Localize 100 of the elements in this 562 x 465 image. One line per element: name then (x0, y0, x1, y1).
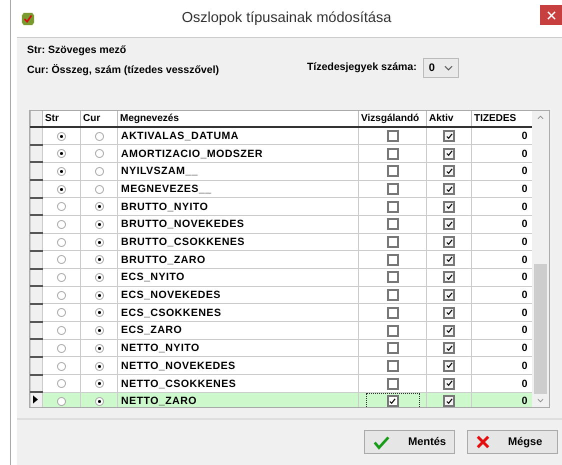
column-header[interactable]: Str (42, 111, 80, 127)
vertical-scrollbar[interactable] (532, 111, 549, 407)
aktiv-checkbox[interactable] (443, 378, 455, 390)
checkmark-icon (446, 362, 452, 370)
checkmark-icon (446, 132, 452, 140)
cur-radio[interactable] (94, 220, 104, 230)
aktiv-checkbox[interactable] (443, 200, 455, 213)
cur-radio[interactable] (94, 326, 104, 336)
cur-radio[interactable] (94, 396, 104, 406)
str-radio[interactable] (57, 238, 66, 247)
save-button[interactable]: Mentés (364, 430, 455, 454)
checkmark-icon (446, 220, 452, 228)
cur-radio[interactable] (94, 202, 104, 212)
vizsgalando-checkbox[interactable] (386, 360, 398, 372)
str-radio[interactable] (57, 184, 66, 194)
vizsgalando-checkbox[interactable] (386, 395, 398, 407)
column-header[interactable]: Megnevezés (118, 111, 358, 127)
vizsgalando-checkbox[interactable] (386, 324, 398, 337)
vizsgalando-checkbox[interactable] (386, 218, 398, 230)
window-title: Oszlopok típusainak módosítása (180, 10, 392, 26)
cur-radio[interactable] (94, 255, 104, 264)
str-radio[interactable] (57, 202, 66, 212)
cross-icon (476, 435, 490, 449)
str-radio[interactable] (57, 290, 66, 300)
checkmark-icon (446, 150, 452, 158)
aktiv-checkbox[interactable] (443, 395, 455, 407)
aktiv-checkbox[interactable] (443, 165, 455, 178)
column-header[interactable]: Cur (80, 111, 118, 127)
cur-radio[interactable] (94, 290, 104, 300)
table-cell: MEGNEVEZES__ (118, 180, 358, 198)
aktiv-checkbox[interactable] (443, 342, 455, 354)
aktiv-checkbox[interactable] (443, 254, 455, 266)
vizsgalando-checkbox[interactable] (386, 148, 398, 160)
cur-radio[interactable] (94, 308, 104, 318)
vizsgalando-checkbox[interactable] (386, 342, 398, 354)
vizsgalando-checkbox[interactable] (386, 236, 398, 248)
cur-radio[interactable] (94, 238, 104, 247)
str-radio[interactable] (57, 273, 66, 282)
aktiv-checkbox[interactable] (443, 218, 455, 230)
column-header[interactable]: Vizsgálandó (358, 111, 426, 127)
decimals-dropdown[interactable]: 0 (422, 58, 459, 78)
cur-radio[interactable] (94, 344, 104, 353)
column-header[interactable]: TIZEDES (472, 111, 532, 127)
scroll-thumb[interactable] (534, 264, 548, 394)
str-radio[interactable] (57, 379, 66, 388)
checkmark-icon (446, 309, 452, 316)
aktiv-checkbox[interactable] (443, 324, 455, 337)
aktiv-checkbox[interactable] (443, 130, 455, 142)
vizsgalando-checkbox[interactable] (386, 378, 398, 390)
vizsgalando-checkbox[interactable] (386, 254, 398, 266)
aktiv-checkbox[interactable] (443, 271, 455, 284)
checkmark-icon (389, 398, 396, 405)
table-cell: NETTO_NYITO (118, 339, 358, 357)
vizsgalando-checkbox[interactable] (386, 306, 398, 319)
table-cell: ECS_NOVEKEDES (118, 286, 358, 304)
vizsgalando-checkbox[interactable] (386, 271, 398, 284)
vizsgalando-checkbox[interactable] (386, 289, 398, 302)
vizsgalando-checkbox[interactable] (386, 200, 398, 213)
str-radio[interactable] (57, 396, 66, 406)
cur-radio[interactable] (94, 379, 104, 388)
cur-radio[interactable] (94, 184, 104, 194)
aktiv-checkbox[interactable] (443, 148, 455, 160)
scroll-up-icon (537, 115, 544, 120)
aktiv-checkbox[interactable] (443, 236, 455, 248)
str-radio[interactable] (57, 149, 66, 158)
checkmark-icon (446, 274, 452, 281)
str-radio[interactable] (57, 362, 66, 371)
vizsgalando-checkbox[interactable] (386, 130, 398, 142)
str-radio[interactable] (57, 220, 66, 230)
vizsgalando-checkbox[interactable] (386, 165, 398, 178)
legend-text: Str: Szöveges mező (27, 44, 128, 57)
aktiv-checkbox[interactable] (443, 306, 455, 319)
str-radio[interactable] (57, 166, 66, 176)
cancel-button[interactable]: Mégse (467, 430, 558, 454)
table-cell: BRUTTO_CSOKKENES (118, 233, 358, 251)
aktiv-checkbox[interactable] (443, 289, 455, 302)
checkmark-icon (446, 344, 452, 352)
close-button[interactable] (540, 5, 562, 25)
aktiv-checkbox[interactable] (443, 360, 455, 372)
checkmark-icon (446, 256, 452, 264)
checkmark-icon (373, 434, 390, 450)
vizsgalando-checkbox[interactable] (386, 183, 398, 196)
checkmark-icon (446, 380, 452, 388)
aktiv-checkbox[interactable] (443, 183, 455, 196)
cur-radio[interactable] (94, 132, 104, 141)
column-header[interactable]: Aktiv (426, 111, 472, 127)
table-cell: AKTIVALAS_DATUMA (118, 127, 358, 145)
checkmark-icon (446, 238, 452, 246)
cur-radio[interactable] (94, 273, 104, 282)
str-radio[interactable] (57, 326, 66, 336)
str-radio[interactable] (57, 132, 66, 141)
str-radio[interactable] (57, 255, 66, 264)
checkmark-icon (446, 327, 452, 334)
str-radio[interactable] (57, 344, 66, 353)
cur-radio[interactable] (94, 149, 104, 158)
cur-radio[interactable] (94, 362, 104, 371)
table-cell: NYILVSZAM__ (118, 162, 358, 180)
cur-radio[interactable] (94, 166, 104, 176)
str-radio[interactable] (57, 308, 66, 318)
checkmark-icon (446, 398, 452, 405)
